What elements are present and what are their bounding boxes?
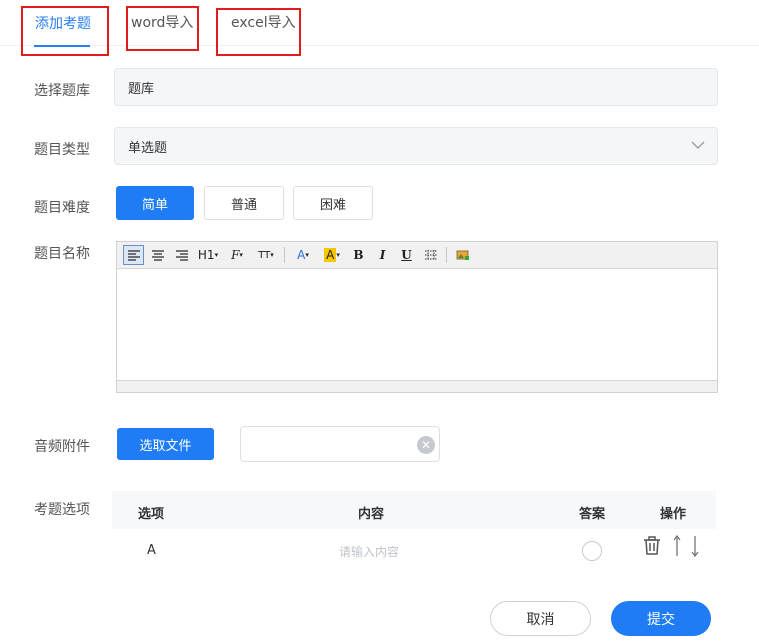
difficulty-normal-button[interactable]: 普通: [204, 186, 284, 220]
align-left-icon[interactable]: [123, 245, 144, 265]
answer-radio[interactable]: [582, 541, 602, 561]
col-answer: 答案: [579, 507, 606, 522]
editor-toolbar: H1 ▾ F ▾ TT ▾ A ▾ A ▾ B I U: [117, 242, 717, 269]
arrow-down-icon[interactable]: [690, 535, 700, 557]
type-select[interactable]: 单选题: [114, 127, 718, 165]
choose-file-button[interactable]: 选取文件: [117, 428, 214, 460]
image-icon[interactable]: [452, 245, 473, 265]
chevron-down-icon: [691, 141, 705, 149]
file-name-input[interactable]: ✕: [240, 426, 440, 462]
difficulty-label: 题目难度: [34, 200, 90, 216]
submit-button[interactable]: 提交: [611, 601, 711, 636]
bank-value: 题库: [128, 81, 155, 97]
bank-select[interactable]: 题库: [114, 68, 718, 106]
tab-word-import[interactable]: word导入: [126, 6, 199, 51]
cancel-button[interactable]: 取消: [490, 601, 591, 636]
background-color-icon-label: A: [324, 248, 337, 262]
tab-add-question-label: 添加考题: [35, 16, 91, 32]
difficulty-hard-button[interactable]: 困难: [293, 186, 373, 220]
options-table-header: 选项 内容 答案 操作: [112, 491, 716, 529]
underline-icon[interactable]: U: [396, 245, 417, 265]
font-family-icon[interactable]: F ▾: [224, 245, 250, 265]
col-actions: 操作: [660, 507, 687, 522]
col-option: 选项: [138, 507, 165, 522]
option-content-input[interactable]: 请输入内容: [339, 543, 399, 560]
font-color-icon[interactable]: A ▾: [290, 245, 316, 265]
tab-word-import-label: word导入: [131, 15, 194, 31]
type-label: 题目类型: [34, 142, 90, 158]
options-label: 考题选项: [34, 502, 90, 518]
tab-excel-import[interactable]: excel导入: [216, 8, 301, 56]
table-icon[interactable]: [420, 245, 441, 265]
background-color-icon[interactable]: A ▾: [319, 245, 345, 265]
question-name-label: 题目名称: [34, 246, 90, 262]
align-center-icon[interactable]: [147, 245, 168, 265]
option-letter: A: [147, 543, 156, 558]
type-value: 单选题: [128, 140, 168, 156]
align-right-icon[interactable]: [171, 245, 192, 265]
editor-status-bar: [117, 380, 717, 392]
tab-excel-import-label: excel导入: [231, 15, 296, 31]
toolbar-separator: [284, 247, 285, 263]
rich-text-editor: H1 ▾ F ▾ TT ▾ A ▾ A ▾ B I U: [116, 241, 718, 393]
col-content: 内容: [358, 507, 385, 522]
clear-icon[interactable]: ✕: [417, 436, 435, 454]
arrow-up-icon[interactable]: [672, 535, 682, 557]
font-family-icon-label: F: [231, 248, 240, 262]
tab-add-question[interactable]: 添加考题: [21, 6, 109, 56]
bank-label: 选择题库: [34, 83, 90, 99]
difficulty-easy-button[interactable]: 简单: [116, 186, 194, 220]
tab-bar: 添加考题 word导入 excel导入: [0, 0, 759, 56]
font-size-icon-label: TT: [258, 249, 271, 261]
editor-content-area[interactable]: [117, 269, 717, 380]
font-color-icon-label: A: [297, 248, 306, 262]
heading-icon[interactable]: H1 ▾: [195, 245, 221, 265]
bold-icon[interactable]: B: [348, 245, 369, 265]
font-size-icon[interactable]: TT ▾: [253, 245, 279, 265]
trash-icon[interactable]: [643, 536, 661, 556]
heading-icon-label: H1: [197, 248, 215, 262]
toolbar-separator: [446, 247, 447, 263]
active-tab-indicator: [34, 45, 90, 47]
italic-icon[interactable]: I: [372, 245, 393, 265]
audio-label: 音频附件: [34, 439, 90, 455]
